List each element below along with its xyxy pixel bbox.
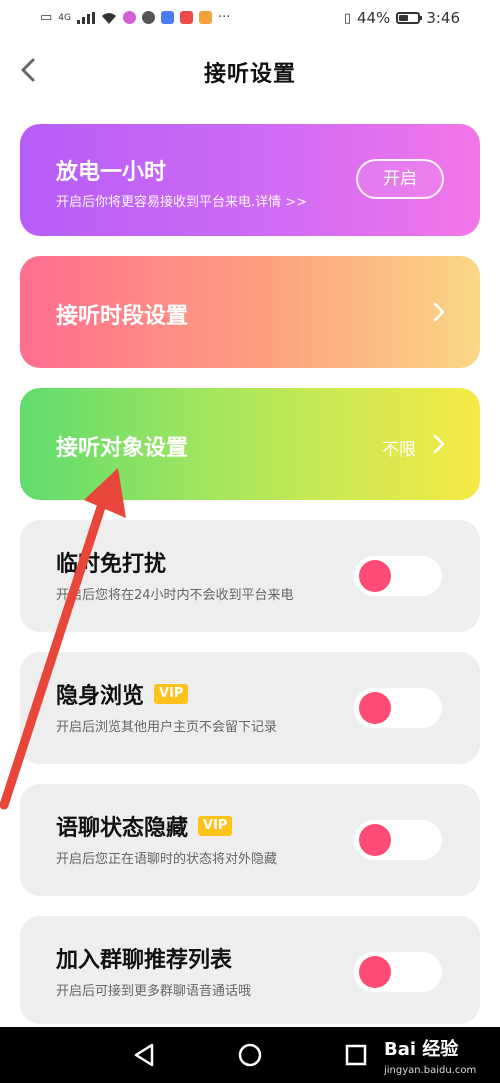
chevron-right-icon — [433, 434, 445, 454]
vip-badge: VIP — [154, 684, 189, 704]
status-bar: ▭ 4G ··· ▯ 44% 3:46 — [0, 0, 500, 38]
toggle-card-chat-status: 语聊状态隐藏 VIP 开启后您正在语聊时的状态将对外隐藏 — [20, 784, 480, 896]
vibrate-icon: ▯ — [343, 10, 351, 26]
vip-badge: VIP — [198, 816, 233, 836]
answer-target-value: 不限 — [382, 440, 416, 460]
toggle-title: 加入群聊推荐列表 — [56, 948, 233, 973]
toggle-subtitle: 开启后您将在24小时内不会收到平台来电 — [56, 588, 294, 603]
chevron-right-icon — [433, 302, 445, 322]
mail-icon — [180, 11, 193, 24]
back-triangle-icon[interactable] — [130, 1041, 158, 1069]
page-title: 接听设置 — [203, 62, 296, 87]
toggle-subtitle: 开启后浏览其他用户主页不会留下记录 — [56, 720, 278, 735]
toggle-card-dnd: 临时免打扰 开启后您将在24小时内不会收到平台来电 — [20, 520, 480, 632]
network-label: 4G — [58, 12, 71, 23]
toggle-knob — [359, 956, 391, 988]
answer-period-title: 接听时段设置 — [56, 304, 189, 329]
sim-icon: ▭ — [40, 10, 53, 25]
stealth-toggle[interactable] — [354, 688, 442, 728]
toggle-card-group: 加入群聊推荐列表 开启后可接到更多群聊语音通话哦 — [20, 916, 480, 1024]
toggle-title: 隐身浏览 — [56, 684, 145, 709]
music-icon — [161, 11, 174, 24]
enable-button[interactable]: 开启 — [356, 159, 444, 199]
wifi-icon — [102, 12, 116, 24]
app-notification-icon — [199, 11, 212, 24]
status-left: ▭ 4G ··· — [40, 10, 230, 25]
annotation-arrow — [0, 468, 126, 810]
chat-status-toggle[interactable] — [354, 820, 442, 860]
toggle-title-row: 语聊状态隐藏 VIP — [56, 810, 233, 842]
home-circle-icon[interactable] — [236, 1041, 264, 1069]
toggle-knob — [359, 692, 391, 724]
power-hour-card: 放电一小时 开启后你将更容易接收到平台来电.详情 >> 开启 — [20, 124, 480, 236]
answer-target-card[interactable]: 接听对象设置 不限 — [20, 388, 480, 500]
group-recommend-toggle[interactable] — [354, 952, 442, 992]
toggle-title: 语聊状态隐藏 — [56, 816, 189, 841]
dnd-toggle[interactable] — [354, 556, 442, 596]
app-notification-icon — [142, 11, 155, 24]
watermark-url: jingyan.baidu.com — [384, 1065, 477, 1076]
toggle-title-row: 隐身浏览 VIP — [56, 678, 189, 710]
answer-period-card[interactable]: 接听时段设置 — [20, 256, 480, 368]
toggle-knob — [359, 560, 391, 592]
clock: 3:46 — [426, 9, 460, 27]
toggle-title: 临时免打扰 — [56, 552, 167, 577]
system-nav-bar: Bai 经验 jingyan.baidu.com — [0, 1027, 500, 1083]
answer-target-title: 接听对象设置 — [56, 436, 189, 461]
toggle-knob — [359, 824, 391, 856]
signal-icon — [77, 11, 95, 24]
app-notification-icon — [123, 11, 136, 24]
status-right: ▯ 44% 3:46 — [344, 9, 460, 27]
toggle-subtitle: 开启后您正在语聊时的状态将对外隐藏 — [56, 852, 278, 867]
toggle-subtitle: 开启后可接到更多群聊语音通话哦 — [56, 984, 252, 999]
battery-icon — [396, 12, 423, 24]
battery-percent: 44% — [356, 9, 391, 27]
more-notifications-icon: ··· — [218, 10, 231, 25]
toggle-card-stealth: 隐身浏览 VIP 开启后浏览其他用户主页不会留下记录 — [20, 652, 480, 764]
recent-square-icon[interactable] — [342, 1041, 370, 1069]
header: 接听设置 — [0, 40, 500, 104]
power-hour-subtitle[interactable]: 开启后你将更容易接收到平台来电.详情 >> — [56, 191, 307, 210]
baidu-watermark: Bai 经验 — [384, 1039, 459, 1060]
power-hour-title: 放电一小时 — [56, 160, 167, 185]
